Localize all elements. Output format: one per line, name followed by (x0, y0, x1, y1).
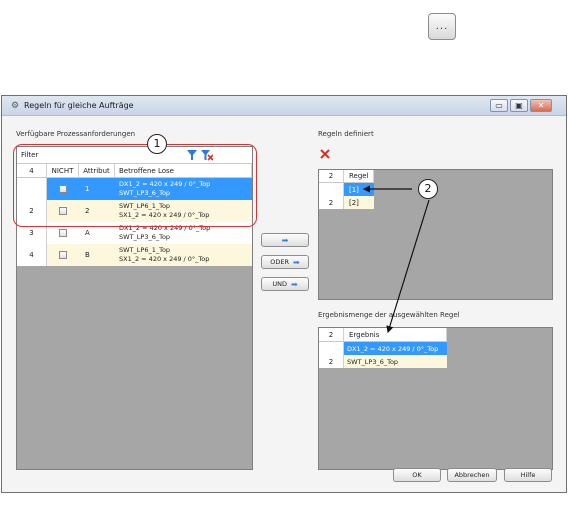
ok-button[interactable]: OK (393, 468, 441, 482)
callout-2: 2 (418, 179, 438, 199)
help-button[interactable]: Hilfe (504, 468, 552, 482)
ellipsis-button[interactable]: ... (428, 13, 456, 40)
rules-dialog: ⚙ Regeln für gleiche Aufträge ▭ ▣ ✕ Verf… (1, 95, 567, 493)
cancel-button[interactable]: Abbrechen (447, 468, 497, 482)
callout-arrows (362, 185, 430, 334)
